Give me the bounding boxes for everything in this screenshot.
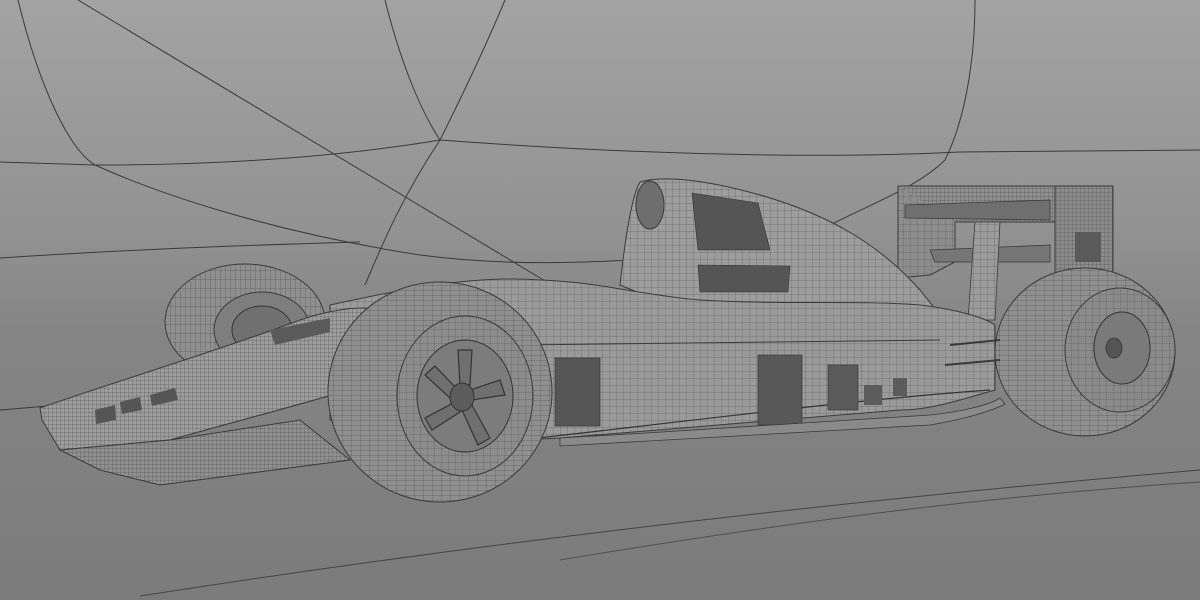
3d-viewport[interactable] (0, 0, 1200, 600)
sidepod-vent-1 (554, 357, 601, 427)
sidepod-vent-5 (893, 378, 907, 396)
sidepod-vent-4 (864, 385, 882, 405)
front-right-wheel (327, 281, 553, 503)
engine-cover-panel-bottom (697, 264, 791, 293)
wireframe-scene (0, 0, 1200, 600)
sidepod-vent-3 (827, 364, 859, 411)
sidepod-vent-2 (757, 354, 803, 426)
